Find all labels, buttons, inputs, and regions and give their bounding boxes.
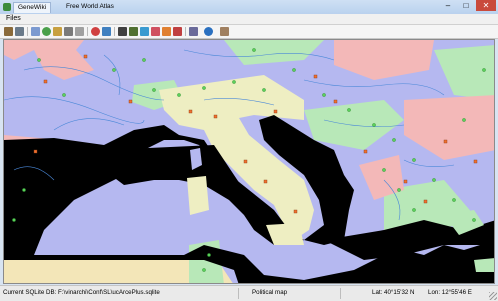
globe-icon[interactable] (42, 27, 51, 36)
map-view[interactable] (3, 39, 495, 284)
info-icon[interactable] (204, 27, 213, 36)
tab-free-world-atlas[interactable]: Free World Atlas (62, 2, 118, 12)
status-view: Political map (252, 289, 288, 296)
table-icon[interactable] (75, 27, 84, 36)
tag-icon[interactable] (173, 27, 182, 36)
toolbar-separator (114, 27, 115, 36)
tab-genewiki[interactable]: GeneWiki (13, 2, 52, 13)
pin-icon[interactable] (140, 27, 149, 36)
settings-icon[interactable] (31, 27, 40, 36)
status-latitude: Lat: 40°15'32 N (372, 289, 415, 296)
app-icon (3, 3, 11, 11)
pencil-alt-icon[interactable] (15, 27, 24, 36)
menu-bar: Files (0, 14, 498, 25)
search-icon[interactable] (162, 27, 171, 36)
pencil-icon[interactable] (4, 27, 13, 36)
island-sardinia (187, 176, 209, 215)
bookmark-icon[interactable] (151, 27, 160, 36)
menu-files[interactable]: Files (6, 15, 21, 22)
grid-icon[interactable] (118, 27, 127, 36)
toolbar-separator (27, 27, 28, 36)
map-icon[interactable] (129, 27, 138, 36)
status-separator (340, 288, 341, 299)
political-map[interactable] (4, 40, 495, 284)
help-icon[interactable] (189, 27, 198, 36)
status-bar: Current SQLite DB: F:\vinarchi\Conf\SL\u… (0, 285, 498, 301)
toolbar (0, 25, 498, 39)
palette-icon[interactable] (91, 27, 100, 36)
close-button[interactable]: ✕ (476, 0, 496, 11)
gear-icon[interactable] (64, 27, 73, 36)
toolbar-separator (185, 27, 186, 36)
layer-icon[interactable] (102, 27, 111, 36)
toolbar-separator (87, 27, 88, 36)
title-bar: GeneWiki Free World Atlas – □ ✕ (0, 0, 498, 15)
status-db-path: Current SQLite DB: F:\vinarchi\Conf\SL\u… (3, 289, 160, 296)
minimize-button[interactable]: – (440, 0, 456, 11)
resize-grip[interactable] (489, 292, 497, 300)
status-longitude: Lon: 12°55'46 E (428, 289, 472, 296)
island-group (474, 258, 494, 272)
maximize-button[interactable]: □ (458, 0, 474, 11)
close-icon[interactable] (220, 27, 229, 36)
layers-icon[interactable] (53, 27, 62, 36)
status-separator (238, 288, 239, 299)
